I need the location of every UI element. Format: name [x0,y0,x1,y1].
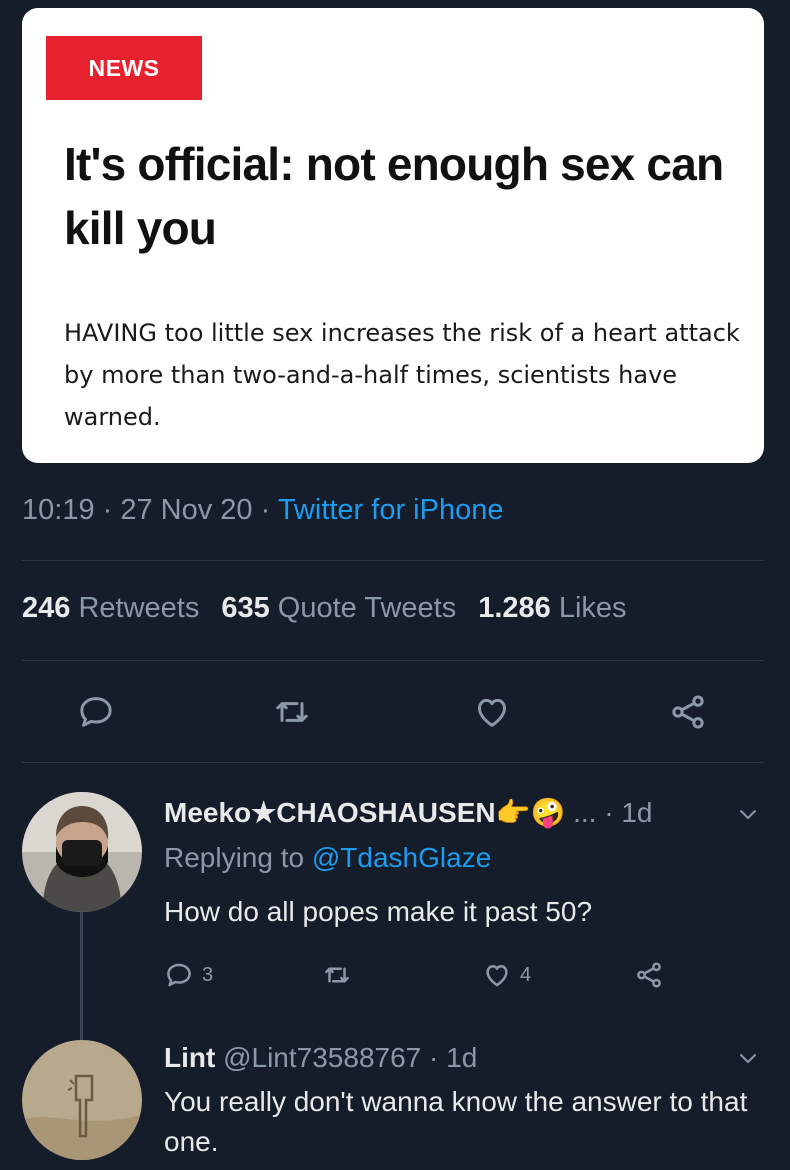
display-name[interactable]: Meeko★CHAOSHAUSEN [164,797,496,828]
divider [22,762,764,763]
heart-icon [478,698,506,727]
share-button[interactable] [634,958,672,992]
heart-icon [486,965,508,987]
meta-separator: · [94,494,121,526]
tweet-meta: 10:19 · 27 Nov 20 · Twitter for iPhone [22,494,503,527]
reply-button[interactable] [74,690,118,734]
quote-tweets-label: Quote Tweets [269,592,457,624]
chevron-down-icon[interactable] [736,1046,760,1070]
user-handle[interactable]: @Lint73588767 [215,1042,421,1073]
quote-tweets-count: 635 [221,592,270,624]
share-icon [672,695,704,729]
retweets-label: Retweets [70,592,200,624]
avatar[interactable] [22,792,142,912]
meta-separator: · [252,494,278,526]
tweet-stats: 246 Retweets 635 Quote Tweets 1.286 Likes [22,592,627,625]
reply-time: · 1d [596,797,653,828]
retweet-icon [276,702,308,722]
reply-button[interactable]: 3 [164,958,213,992]
reply-time: · 1d [421,1042,478,1073]
like-button[interactable]: 4 [482,958,531,992]
reply-header: Lint @Lint73588767 · 1d [164,1042,477,1074]
replying-to: Replying to @TdashGlaze [164,842,491,874]
avatar[interactable] [22,1040,142,1160]
name-truncation: ... [565,797,597,828]
user-avatar-photo [22,792,142,912]
chevron-down-icon[interactable] [736,802,760,826]
retweets-stat[interactable]: 246 Retweets [22,592,199,624]
thread-connector-line [80,912,83,1040]
retweet-button[interactable] [322,958,360,992]
user-avatar-photo [22,1040,142,1160]
retweets-count: 246 [22,592,71,624]
name-emoji: 👉🤪 [495,797,566,828]
reply-text: You really don't wanna know the answer t… [164,1086,748,1157]
tweet-time: 10:19 [22,494,95,526]
reply-icon [80,697,112,727]
reply-icon [167,963,191,987]
retweet-icon [325,967,349,983]
embedded-article-card[interactable]: NEWS It's official: not enough sex can k… [22,8,764,463]
likes-label: Likes [550,592,627,624]
likes-count: 1.286 [478,592,551,624]
reply-text: How do all popes make it past 50? [164,896,593,927]
replying-prefix: Replying to [164,842,312,873]
like-count: 4 [520,963,532,986]
display-name[interactable]: Lint [164,1042,215,1073]
share-icon [637,962,661,988]
divider [22,560,764,561]
replying-handle-link[interactable]: @TdashGlaze [312,842,491,873]
article-summary: HAVING too little sex increases the risk… [64,319,740,431]
quote-tweets-stat[interactable]: 635 Quote Tweets [221,592,456,624]
reply-count: 3 [202,963,214,986]
article-headline: It's official: not enough sex can kill y… [64,138,724,254]
retweet-button[interactable] [270,690,314,734]
reply-header: Meeko★CHAOSHAUSEN👉🤪 ... · 1d [164,796,653,829]
likes-stat[interactable]: 1.286 Likes [478,592,626,624]
tweet-date: 27 Nov 20 [120,494,253,526]
news-badge: NEWS [46,36,202,100]
like-button[interactable] [470,690,514,734]
share-button[interactable] [666,690,710,734]
tweet-source-link[interactable]: Twitter for iPhone [278,494,504,526]
divider [22,660,764,661]
